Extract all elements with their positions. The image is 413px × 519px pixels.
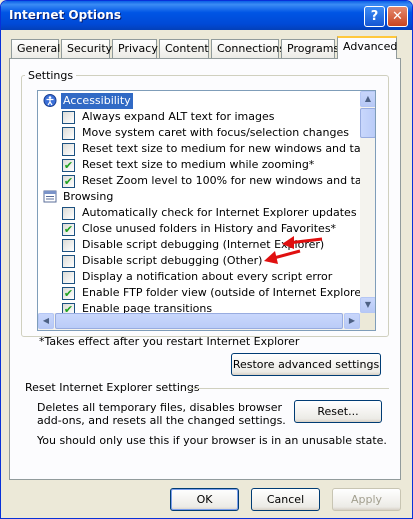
annotation-arrows	[264, 236, 323, 264]
cancel-button[interactable]: Cancel	[251, 488, 320, 511]
red-arrow-icon	[282, 236, 323, 249]
title-bar[interactable]: Internet Options ? ✕	[1, 1, 412, 30]
window-title: Internet Options	[9, 8, 121, 22]
scroll-right-icon[interactable]: ▶	[344, 313, 360, 329]
tab-advanced[interactable]: Advanced	[337, 36, 397, 59]
restart-footnote: *Takes effect after you restart Internet…	[39, 335, 300, 348]
reset-button[interactable]: Reset...	[294, 400, 382, 423]
tab-security[interactable]: Security	[61, 39, 112, 58]
scroll-down-icon[interactable]: ▼	[360, 297, 375, 313]
scroll-left-icon[interactable]: ◀	[38, 313, 54, 329]
separator	[186, 388, 389, 389]
close-button[interactable]: ✕	[387, 6, 408, 27]
red-arrow-icon	[264, 249, 301, 264]
tab-privacy[interactable]: Privacy	[112, 39, 158, 58]
scroll-corner	[360, 313, 375, 330]
restore-advanced-settings-button[interactable]: Restore advanced settings	[231, 353, 381, 376]
settings-group-label: Settings	[25, 69, 77, 82]
tab-content[interactable]: Content	[159, 39, 209, 58]
horizontal-scrollbar[interactable]: ◀ ▶	[38, 313, 360, 330]
tab-general[interactable]: General	[11, 39, 60, 58]
reset-warning: You should only use this if your browser…	[37, 434, 387, 447]
scroll-thumb[interactable]	[360, 108, 375, 138]
apply-button[interactable]: Apply	[332, 488, 401, 511]
tab-programs[interactable]: Programs	[281, 39, 339, 58]
reset-description-line1: Deletes all temporary files, disables br…	[37, 401, 283, 414]
scroll-up-icon[interactable]: ▲	[360, 91, 375, 107]
reset-description-line2: add-ons, and resets all the changed sett…	[37, 414, 286, 427]
ok-button[interactable]: OK	[170, 488, 239, 511]
vertical-scrollbar[interactable]: ▲ ▼	[360, 91, 375, 313]
scroll-thumb[interactable]	[55, 313, 343, 329]
settings-tree[interactable]: Accessibility Always expand ALT text for…	[37, 90, 376, 331]
internet-options-window: Internet Options ? ✕ General Security Pr…	[0, 0, 413, 519]
reset-section-title: Reset Internet Explorer settings	[25, 381, 200, 394]
tab-connections[interactable]: Connections	[211, 39, 285, 58]
help-button[interactable]: ?	[364, 6, 385, 27]
